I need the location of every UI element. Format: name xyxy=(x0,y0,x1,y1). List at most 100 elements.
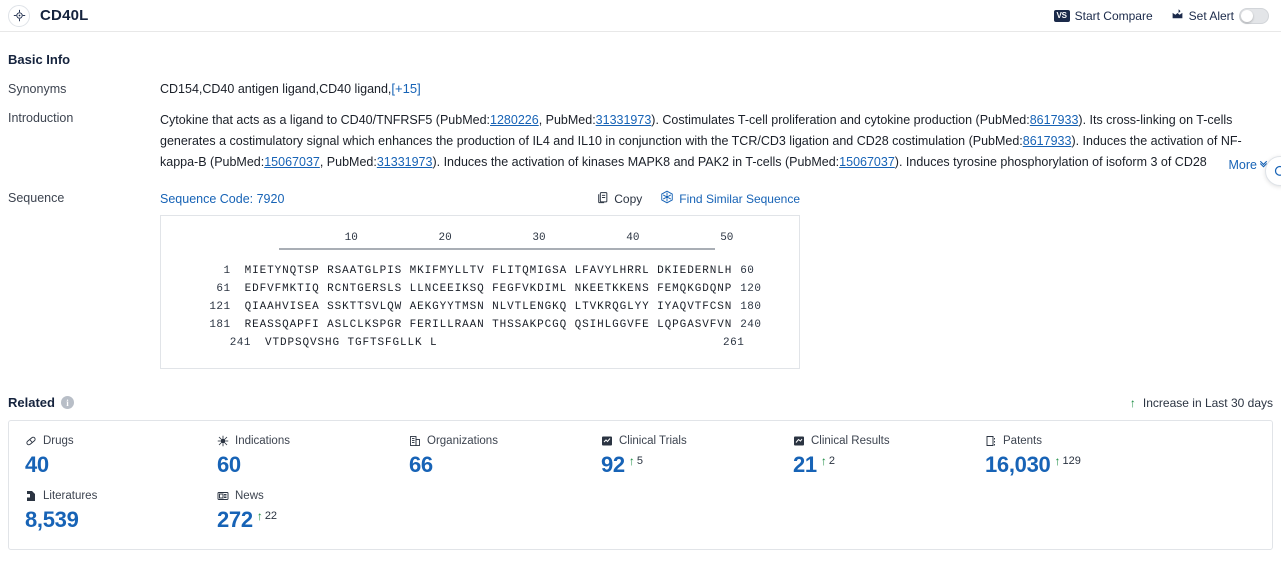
sequence-ruler-line xyxy=(279,248,715,250)
sequence-ruler-tick: 50 xyxy=(720,232,734,244)
pubmed-link[interactable]: 31331973 xyxy=(596,113,652,127)
related-stat-drugs[interactable]: Drugs 40 xyxy=(9,433,201,488)
copy-label: Copy xyxy=(614,191,643,206)
introduction-more-label: More xyxy=(1228,158,1257,172)
pubmed-link[interactable]: 15067037 xyxy=(839,155,895,169)
sequence-residues: QIAAHVISEA SSKTTSVLQW AEKGYYTMSN NLVTLEN… xyxy=(244,301,733,313)
pubmed-link[interactable]: 8617933 xyxy=(1030,113,1079,127)
stat-value-row: 40 xyxy=(25,452,201,478)
stat-label: Clinical Results xyxy=(811,435,890,447)
stat-value: 8,539 xyxy=(25,507,79,532)
stat-label: Organizations xyxy=(427,435,498,447)
stat-header: News xyxy=(217,488,393,504)
set-alert-control[interactable]: Set Alert xyxy=(1171,7,1269,24)
sequence-header: Sequence Code: 7920 Copy Find Similar Se… xyxy=(160,190,800,207)
related-stat-news[interactable]: News 272 ↑ 22 xyxy=(201,488,393,543)
similarity-badge-icon xyxy=(660,190,674,207)
stat-value: 21 xyxy=(793,452,817,477)
stat-delta-value: 5 xyxy=(636,455,643,467)
sequence-box: 10 20 30 40 50 1 MIETYNQTSP RSAATGLPIS MKIFMY… xyxy=(160,215,800,369)
page-content: Basic Info Synonyms CD154,CD40 antigen l… xyxy=(0,52,1281,550)
stat-value-row: 92 ↑ 5 xyxy=(601,452,777,478)
stat-delta: ↑ 2 xyxy=(821,452,835,467)
sequence-line: 61 EDFVFMKTIQ RCNTGERSLS LLNCEEIKSQ FEGFV… xyxy=(161,280,799,298)
increase-legend: ↑ Increase in Last 30 days xyxy=(1130,396,1273,410)
sequence-ruler: 10 20 30 40 50 xyxy=(161,232,799,256)
set-alert-toggle[interactable] xyxy=(1239,7,1269,24)
sequence-start-index: 1 xyxy=(223,265,231,277)
sequence-line: 181 REASSQAPFI ASLCLKSPGR FERILLRAAN THSS… xyxy=(161,316,799,334)
news-icon xyxy=(217,490,229,502)
find-similar-sequence-button[interactable]: Find Similar Sequence xyxy=(660,190,800,207)
related-stat-indications[interactable]: Indications 60 xyxy=(201,433,393,488)
stat-value: 40 xyxy=(25,452,49,477)
related-stat-organizations[interactable]: Organizations 66 xyxy=(393,433,585,488)
synonyms-text: CD154,CD40 antigen ligand,CD40 ligand, xyxy=(160,82,392,96)
info-icon[interactable]: i xyxy=(60,396,74,409)
introduction-fragment: , PubMed: xyxy=(319,155,377,169)
page-title: CD40L xyxy=(40,7,89,24)
related-header: Related i ↑ Increase in Last 30 days xyxy=(8,395,1273,410)
copy-icon xyxy=(596,191,609,207)
stat-value: 16,030 xyxy=(985,452,1051,477)
related-stats-grid: Drugs 40 Indications 60 Organizations 66 Clini… xyxy=(9,433,1272,543)
sequence-residues: VTDPSQVSHG TGFTSFGLLK L xyxy=(265,337,438,349)
stat-value: 66 xyxy=(409,452,433,477)
stat-delta-value: 129 xyxy=(1062,455,1081,467)
pubmed-link[interactable]: 1280226 xyxy=(490,113,539,127)
introduction-row: Introduction Cytokine that acts as a lig… xyxy=(8,110,1273,176)
sequence-end-index: 180 xyxy=(740,301,762,313)
sequence-value: Sequence Code: 7920 Copy Find Similar Se… xyxy=(160,190,1273,369)
related-stats-card: Drugs 40 Indications 60 Organizations 66 Clini… xyxy=(8,420,1273,550)
sequence-start-index: 241 xyxy=(229,337,251,349)
stat-label: Literatures xyxy=(43,490,98,502)
stat-label: Clinical Trials xyxy=(619,435,687,447)
related-stat-clinical-results[interactable]: Clinical Results 21 ↑ 2 xyxy=(777,433,969,488)
basic-info-title-label: Basic Info xyxy=(8,52,71,67)
sequence-residues: REASSQAPFI ASLCLKSPGR FERILLRAAN THSSAKP… xyxy=(244,319,733,331)
synonyms-more-link[interactable]: [+15] xyxy=(391,81,420,96)
stat-header: Drugs xyxy=(25,433,201,449)
pubmed-link[interactable]: 31331973 xyxy=(377,155,433,169)
stat-value-row: 60 xyxy=(217,452,393,478)
sequence-line: 241 VTDPSQVSHG TGFTSFGLLK L 261 xyxy=(161,334,799,352)
introduction-fragment: Cytokine that acts as a ligand to CD40/T… xyxy=(160,113,491,127)
sequence-line: 1 MIETYNQTSP RSAATGLPIS MKIFMYLLTV FLITQM… xyxy=(161,262,799,280)
related-stat-clinical-trials[interactable]: Clinical Trials 92 ↑ 5 xyxy=(585,433,777,488)
synonyms-row: Synonyms CD154,CD40 antigen ligand,CD40 … xyxy=(8,81,1273,96)
start-compare-label: Start Compare xyxy=(1074,8,1153,23)
related-stat-literatures[interactable]: Literatures 8,539 xyxy=(9,488,201,543)
stat-delta-value: 2 xyxy=(828,455,835,467)
introduction-more-link[interactable]: More xyxy=(1225,155,1269,176)
virus-icon xyxy=(217,435,229,447)
top-bar: CD40L VS Start Compare Set Alert xyxy=(0,0,1281,32)
pill-icon xyxy=(25,435,37,447)
sequence-lines: 1 MIETYNQTSP RSAATGLPIS MKIFMYLLTV FLITQM… xyxy=(161,262,799,352)
copy-button[interactable]: Copy xyxy=(596,191,642,207)
building-icon xyxy=(409,435,421,447)
stat-value: 272 xyxy=(217,507,253,532)
pubmed-link[interactable]: 8617933 xyxy=(1023,134,1072,148)
start-compare-button[interactable]: VS Start Compare xyxy=(1053,8,1153,23)
stat-value: 60 xyxy=(217,452,241,477)
related-stat-patents[interactable]: Patents 16,030 ↑ 129 xyxy=(969,433,1161,488)
introduction-value: Cytokine that acts as a ligand to CD40/T… xyxy=(160,110,1273,176)
up-arrow-icon: ↑ xyxy=(1054,454,1061,468)
related-title-label: Related xyxy=(8,395,55,410)
stat-value-row: 272 ↑ 22 xyxy=(217,507,393,533)
stat-value: 92 xyxy=(601,452,625,477)
sequence-row: Sequence Sequence Code: 7920 Copy Find S… xyxy=(8,190,1273,369)
sequence-label: Sequence xyxy=(8,191,65,205)
stat-header: Literatures xyxy=(25,488,201,504)
sequence-tools: Copy Find Similar Sequence xyxy=(596,190,800,207)
stat-header: Clinical Trials xyxy=(601,433,777,449)
stat-label: Patents xyxy=(1003,435,1042,447)
sequence-residues: EDFVFMKTIQ RCNTGERSLS LLNCEEIKSQ FEGFVKD… xyxy=(244,283,733,295)
stat-label: Drugs xyxy=(43,435,74,447)
sequence-ruler-tick: 40 xyxy=(626,232,640,244)
sequence-start-index: 61 xyxy=(216,283,231,295)
pubmed-link[interactable]: 15067037 xyxy=(264,155,320,169)
introduction-fragment: ). Induces the activation of kinases MAP… xyxy=(432,155,840,169)
target-icon xyxy=(8,4,30,27)
sequence-code-link[interactable]: Sequence Code: 7920 xyxy=(160,192,284,206)
